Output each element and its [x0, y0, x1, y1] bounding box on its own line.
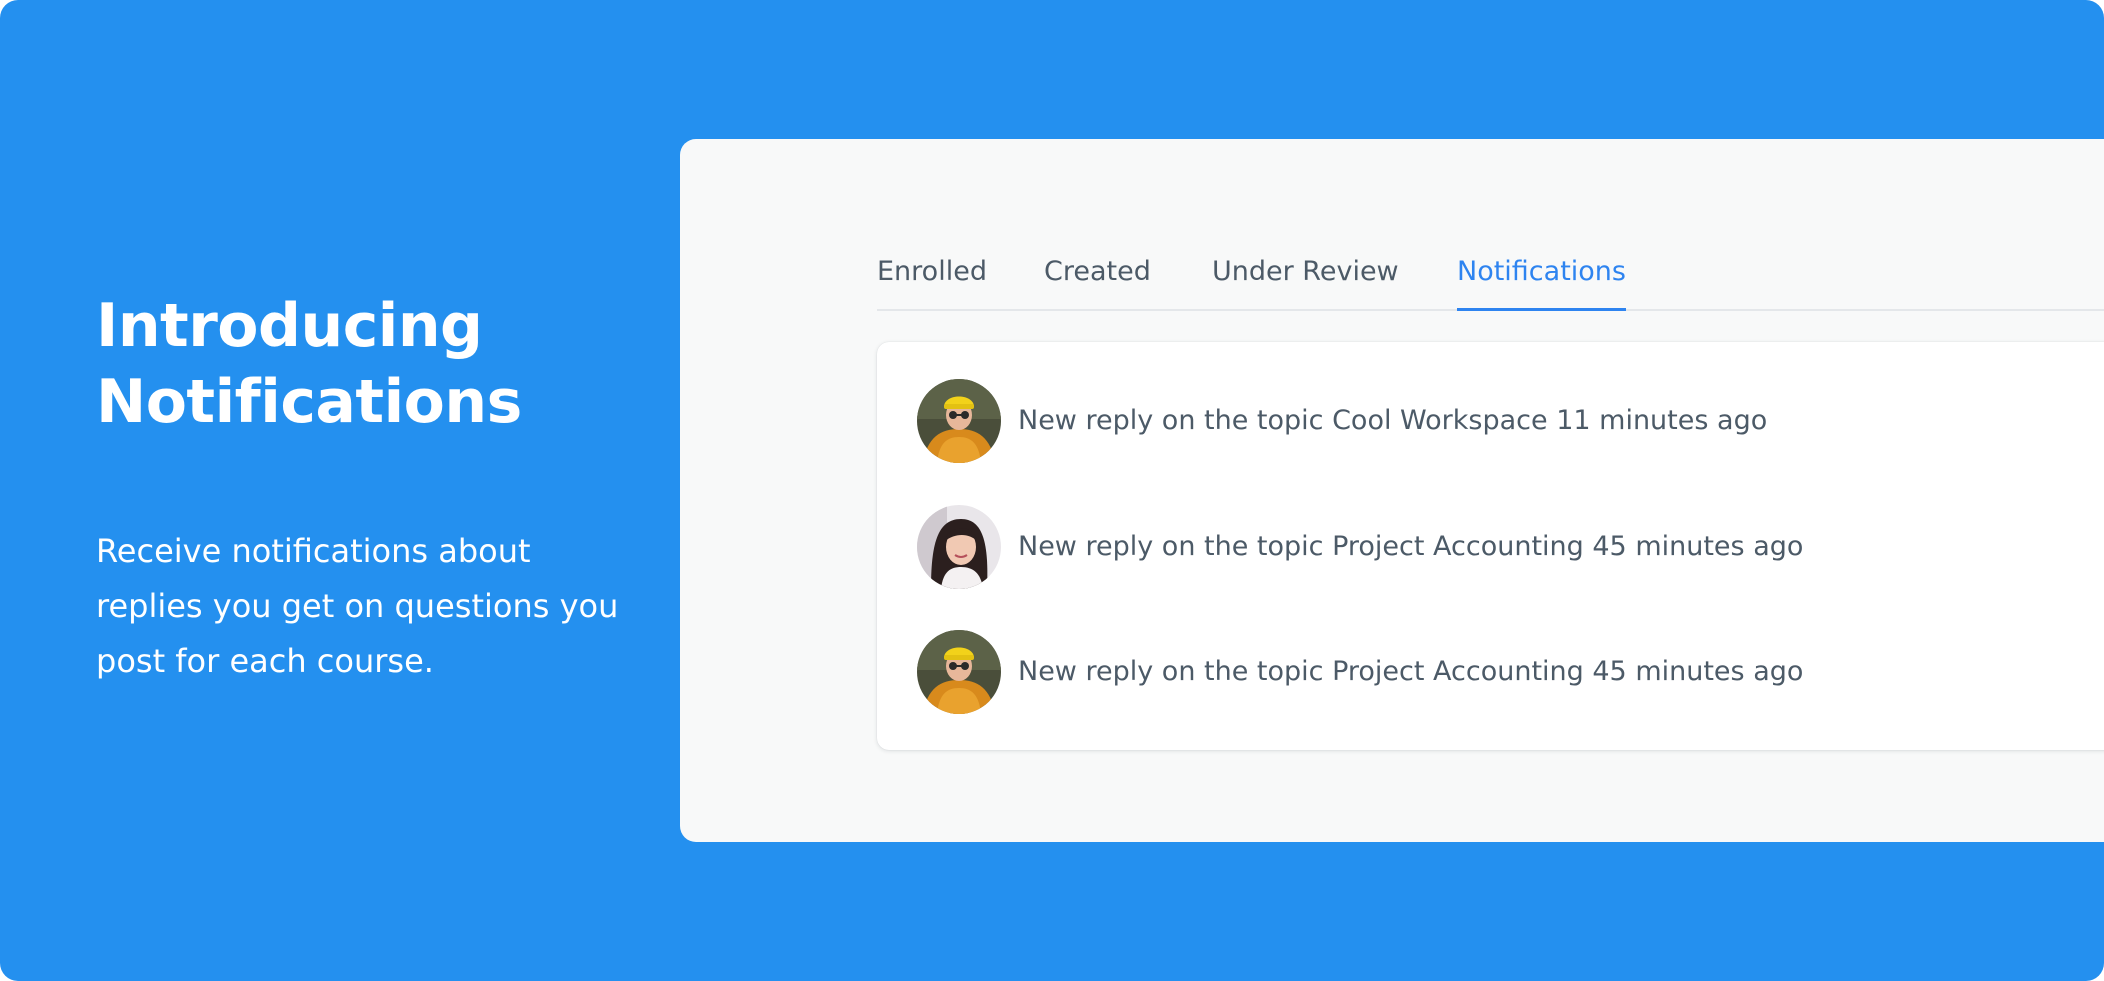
intro-title-line: Notifications [96, 367, 522, 437]
notification-text: New reply on the topic Project Accountin… [1018, 656, 1804, 687]
avatar-image [917, 379, 1001, 463]
tab-created[interactable]: Created [1044, 247, 1151, 311]
intro-description-line: replies you get on questions you [96, 587, 619, 625]
user-avatar-yellow-beanie [917, 379, 1001, 463]
intro-description: Receive notifications about replies you … [96, 524, 656, 689]
user-avatar-dark-hair [917, 505, 1001, 589]
intro-title-line: Introducing [96, 291, 483, 361]
notification-item[interactable]: New reply on the topic Project Accountin… [917, 505, 2104, 589]
tab-notifications[interactable]: Notifications [1457, 247, 1626, 311]
notification-text: New reply on the topic Cool Workspace 11… [1018, 405, 1768, 436]
app-panel: Enrolled Created Under Review Notificati… [680, 139, 2104, 842]
user-avatar-yellow-beanie [917, 630, 1001, 714]
notification-item[interactable]: New reply on the topic Project Accountin… [917, 630, 2104, 714]
tab-under-review[interactable]: Under Review [1212, 247, 1399, 311]
intro-title: Introducing Notifications [96, 288, 656, 440]
feature-banner: Introducing Notifications Receive notifi… [0, 0, 2104, 981]
notification-list: New reply on the topic Cool Workspace 11… [877, 342, 2104, 750]
tab-enrolled[interactable]: Enrolled [877, 247, 987, 311]
intro-description-line: post for each course. [96, 642, 434, 680]
notification-text: New reply on the topic Project Accountin… [1018, 531, 1804, 562]
tab-bar: Enrolled Created Under Review Notificati… [877, 247, 2104, 311]
notification-item[interactable]: New reply on the topic Cool Workspace 11… [917, 379, 2104, 463]
intro-description-line: Receive notifications about [96, 532, 531, 570]
avatar-image [917, 630, 1001, 714]
avatar-image [917, 505, 1001, 589]
